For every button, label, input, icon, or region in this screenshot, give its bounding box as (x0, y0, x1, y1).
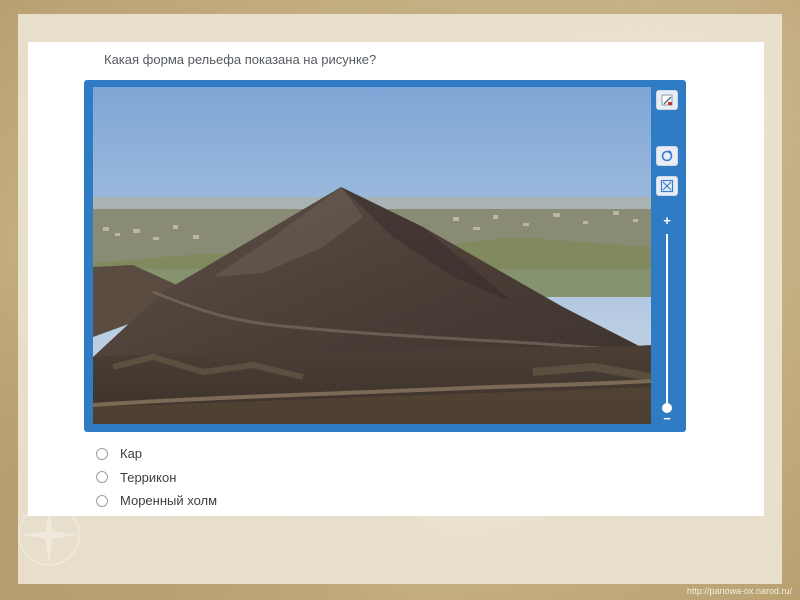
image-viewer: + − (84, 80, 686, 432)
spoil-heap-illustration (93, 87, 651, 424)
source-url: http://panowa-ox.narod.ru/ (686, 586, 792, 596)
zoom-slider-track[interactable] (666, 234, 668, 408)
answer-options: Кар Террикон Моренный холм (96, 442, 217, 513)
option-terrikon[interactable]: Террикон (96, 466, 217, 490)
question-text: Какая форма рельефа показана на рисунке? (104, 52, 377, 67)
question-card: Какая форма рельефа показана на рисунке? (28, 42, 764, 516)
option-label: Моренный холм (120, 493, 218, 509)
rotate-button[interactable] (656, 146, 678, 166)
zoom-in-button[interactable]: + (658, 214, 676, 227)
option-label: Террикон (120, 469, 177, 485)
radio-button[interactable] (96, 494, 108, 507)
rotate-icon (661, 150, 673, 162)
option-morennyi-kholm[interactable]: Моренный холм (96, 489, 217, 513)
fit-to-screen-button[interactable] (656, 176, 678, 196)
radio-button[interactable] (96, 471, 108, 484)
radio-button[interactable] (96, 447, 108, 460)
fit-to-screen-icon (660, 179, 674, 193)
edit-button[interactable] (656, 90, 678, 110)
landscape-photo (93, 87, 651, 424)
zoom-out-button[interactable]: − (658, 412, 676, 425)
option-kar[interactable]: Кар (96, 442, 217, 466)
option-label: Кар (120, 446, 143, 462)
edit-icon (661, 94, 673, 106)
